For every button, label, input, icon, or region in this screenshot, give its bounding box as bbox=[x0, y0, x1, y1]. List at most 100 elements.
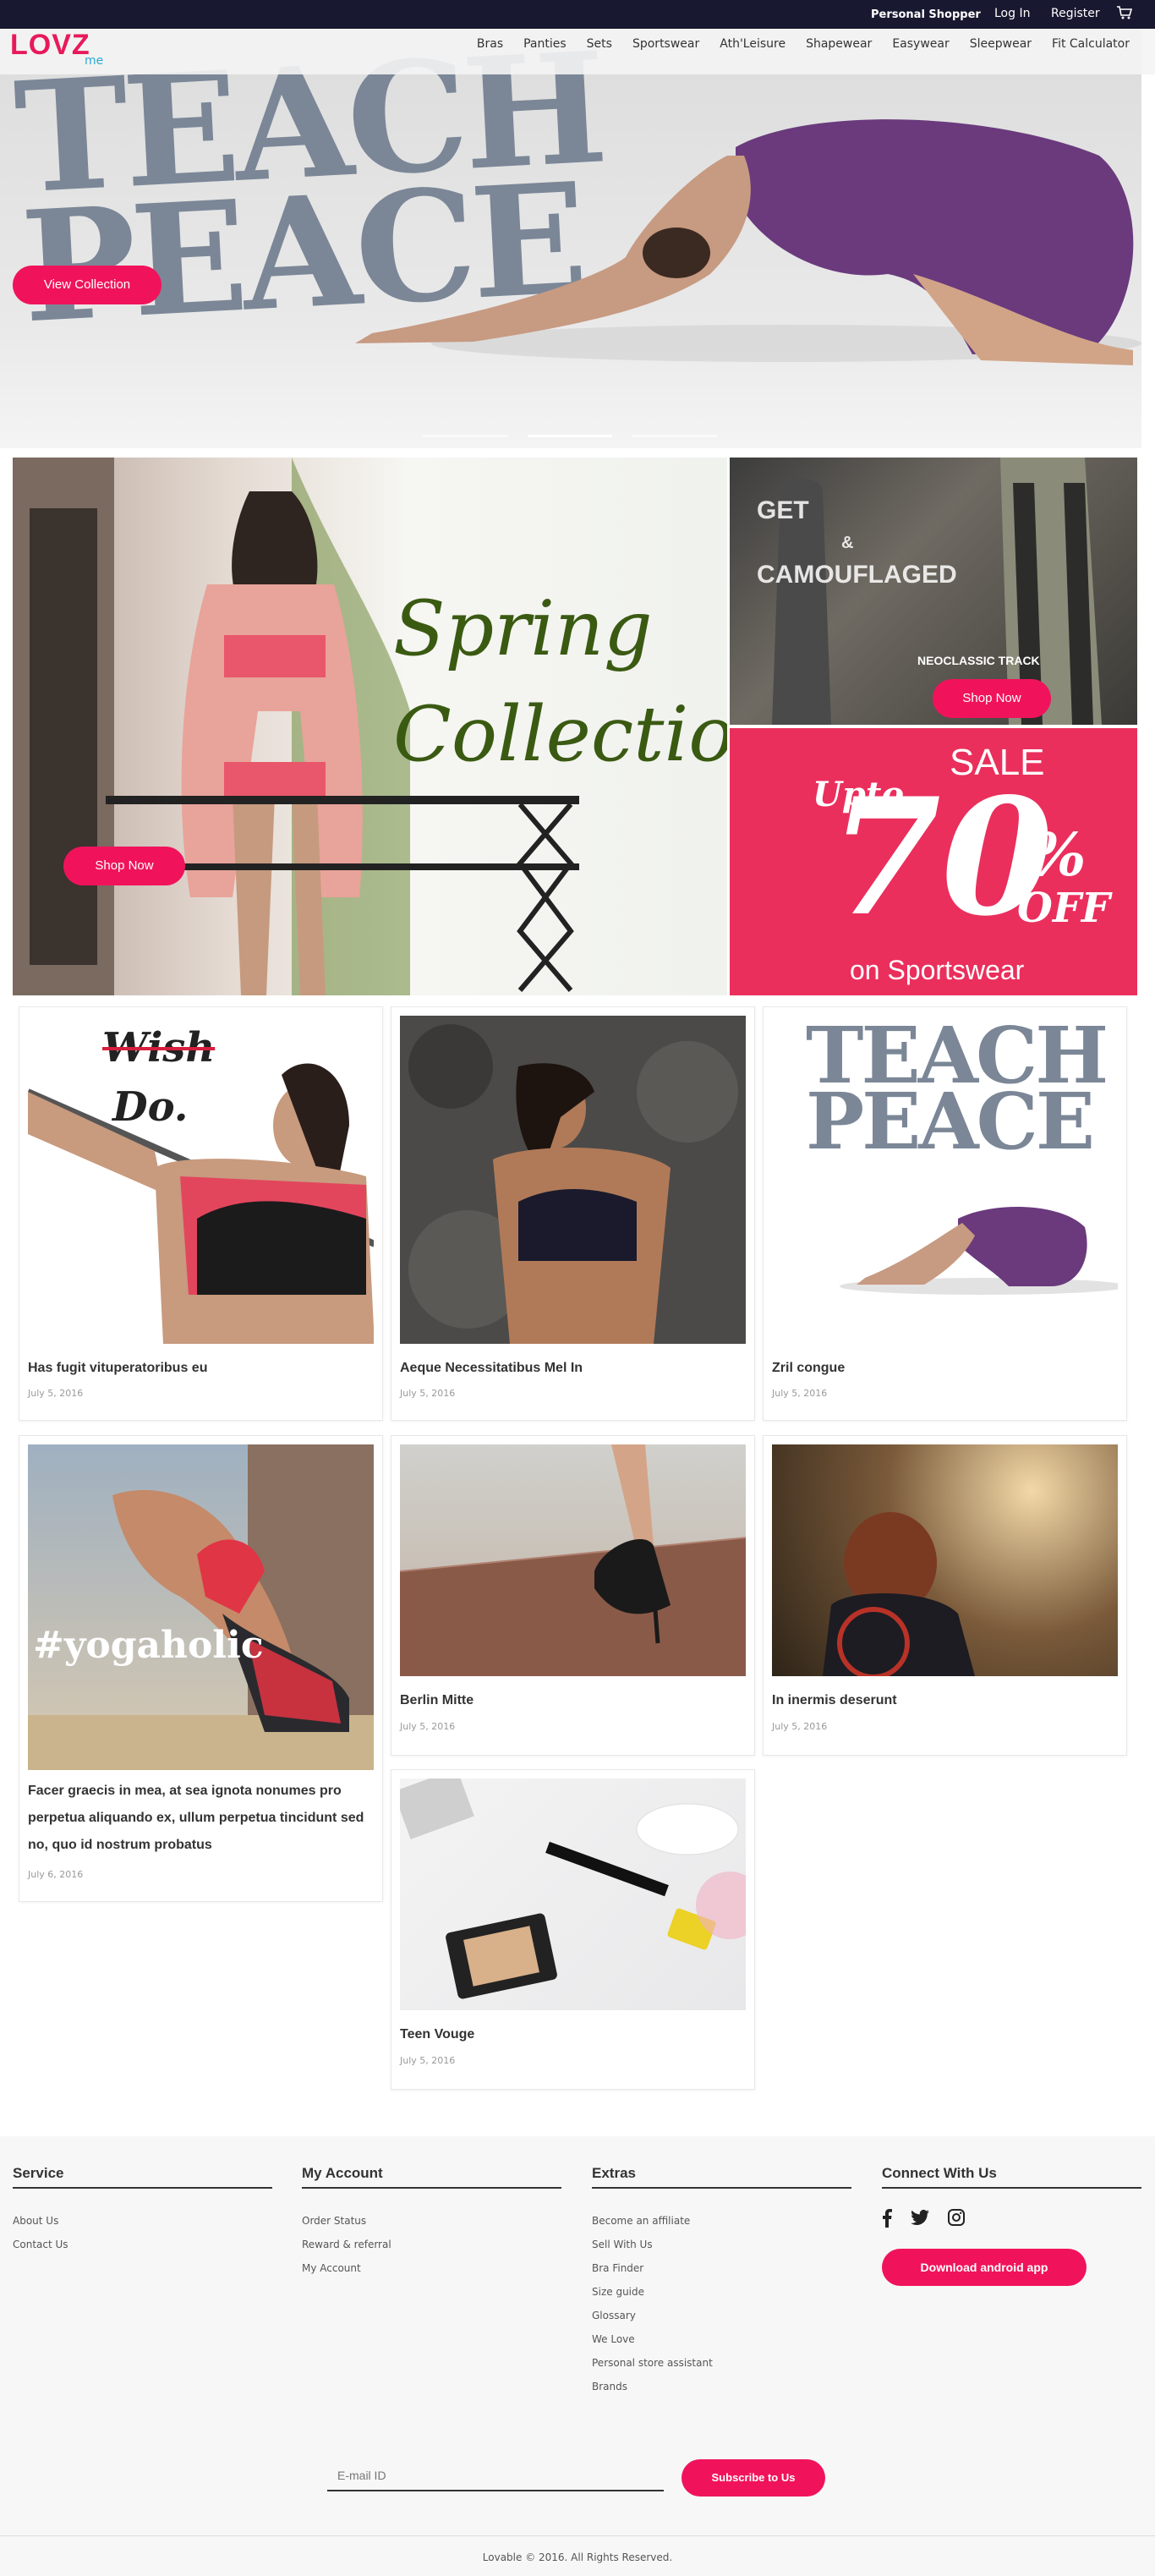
footer-link-sell[interactable]: Sell With Us bbox=[592, 2233, 851, 2256]
email-input[interactable] bbox=[327, 2461, 664, 2491]
post-image: TEACH PEACE bbox=[772, 1016, 1118, 1344]
post-title[interactable]: Aeque Necessitatibus Mel In bbox=[400, 1355, 746, 1382]
camo-shop-now-button[interactable]: Shop Now bbox=[933, 679, 1051, 718]
footer-link-order-status[interactable]: Order Status bbox=[302, 2209, 561, 2233]
copyright: Lovable © 2016. All Rights Reserved. bbox=[0, 2535, 1155, 2563]
logo-sub: me bbox=[85, 54, 104, 68]
footer-link-we-love[interactable]: We Love bbox=[592, 2327, 851, 2351]
do-text: Do. bbox=[112, 1083, 189, 1131]
post-date: July 5, 2016 bbox=[400, 2055, 456, 2066]
footer-link-my-account[interactable]: My Account bbox=[302, 2256, 561, 2280]
download-android-app-button[interactable]: Download android app bbox=[882, 2249, 1087, 2286]
nav-item-sleepwear[interactable]: Sleepwear bbox=[960, 37, 1042, 51]
facebook-icon[interactable] bbox=[882, 2209, 892, 2236]
hero-banner: TEACH PEACE View Collection bbox=[0, 29, 1141, 448]
cart-icon[interactable] bbox=[1116, 5, 1133, 24]
camo-line-2: & bbox=[841, 534, 854, 552]
nav-item-panties[interactable]: Panties bbox=[513, 37, 577, 51]
nav-item-sets[interactable]: Sets bbox=[577, 37, 622, 51]
post-card[interactable]: #yogaholic Facer graecis in mea, at sea … bbox=[19, 1435, 383, 1902]
post-card[interactable]: Aeque Necessitatibus Mel In July 5, 2016 bbox=[391, 1006, 755, 1421]
sale-banner[interactable]: SALE Upto 70 % OFF on Sportswear bbox=[730, 728, 1137, 995]
post-card[interactable]: In inermis deserunt July 5, 2016 bbox=[763, 1435, 1127, 1756]
footer-connect: Connect With Us bbox=[882, 2165, 1141, 2236]
post-date: July 5, 2016 bbox=[28, 1388, 84, 1399]
connect-heading: Connect With Us bbox=[882, 2165, 1141, 2189]
camo-line-1: GET bbox=[757, 496, 809, 524]
post-date: July 5, 2016 bbox=[400, 1721, 456, 1732]
main-nav bbox=[0, 29, 1155, 74]
footer-link-reward[interactable]: Reward & referral bbox=[302, 2233, 561, 2256]
nav-item-bras[interactable]: Bras bbox=[467, 37, 513, 51]
post-date: July 5, 2016 bbox=[772, 1721, 828, 1732]
service-heading: Service bbox=[13, 2165, 272, 2189]
nav-item-shapewear[interactable]: Shapewear bbox=[796, 37, 882, 51]
post-image: #yogaholic bbox=[28, 1444, 374, 1770]
logo[interactable]: LOVZ me bbox=[10, 29, 112, 71]
login-link[interactable]: Log In bbox=[994, 7, 1030, 20]
footer-link-affiliate[interactable]: Become an affiliate bbox=[592, 2209, 851, 2233]
post-image bbox=[400, 1444, 746, 1676]
register-link[interactable]: Register bbox=[1051, 7, 1100, 20]
footer-extras: Extras Become an affiliate Sell With Us … bbox=[592, 2165, 851, 2398]
sale-category: on Sportswear bbox=[850, 955, 1025, 985]
nav-item-easywear[interactable]: Easywear bbox=[882, 37, 959, 51]
twitter-icon[interactable] bbox=[911, 2209, 929, 2236]
extras-heading: Extras bbox=[592, 2165, 851, 2189]
post-image bbox=[400, 1779, 746, 2010]
post-card[interactable]: Wish Do. Has fugit vituperatoribus eu Ju… bbox=[19, 1006, 383, 1421]
post-date: July 5, 2016 bbox=[772, 1388, 828, 1399]
slider-dot-1[interactable] bbox=[423, 435, 507, 437]
subscribe-button[interactable]: Subscribe to Us bbox=[682, 2459, 825, 2497]
spring-shop-now-button[interactable]: Shop Now bbox=[63, 847, 185, 885]
logo-text: LOVZ bbox=[10, 29, 90, 61]
sale-percent: % bbox=[1030, 819, 1087, 890]
sale-off: OFF bbox=[1017, 885, 1110, 932]
post-title[interactable]: Berlin Mitte bbox=[400, 1687, 746, 1714]
post-image bbox=[400, 1016, 746, 1344]
spring-title-1: Spring bbox=[393, 584, 653, 673]
camo-headline: GET & CAMOUFLAGED bbox=[757, 495, 957, 591]
footer-link-brands[interactable]: Brands bbox=[592, 2375, 851, 2398]
post-date: July 5, 2016 bbox=[400, 1388, 456, 1399]
slider-dot-3[interactable] bbox=[632, 435, 717, 437]
hero-yoga-figure bbox=[355, 119, 1141, 365]
camo-subtitle: NEOCLASSIC TRACK bbox=[917, 654, 1040, 667]
footer-link-about[interactable]: About Us bbox=[13, 2209, 272, 2233]
footer-account: My Account Order Status Reward & referra… bbox=[302, 2165, 561, 2280]
post-title[interactable]: Teen Vouge bbox=[400, 2021, 746, 2048]
post-image: Wish Do. bbox=[28, 1016, 374, 1344]
view-collection-button[interactable]: View Collection bbox=[13, 266, 161, 304]
spring-title-2: Collection bbox=[393, 690, 727, 779]
post-title[interactable]: Zril congue bbox=[772, 1355, 1118, 1382]
camouflage-banner[interactable]: GET & CAMOUFLAGED NEOCLASSIC TRACK Shop … bbox=[730, 458, 1137, 725]
post-image bbox=[772, 1444, 1118, 1676]
footer-link-store-assistant[interactable]: Personal store assistant bbox=[592, 2351, 851, 2375]
slider-dot-2[interactable] bbox=[528, 435, 612, 437]
post-title[interactable]: In inermis deserunt bbox=[772, 1687, 1118, 1714]
nav-item-athleisure[interactable]: Ath'Leisure bbox=[709, 37, 796, 51]
social-icons bbox=[882, 2209, 1141, 2236]
footer-link-glossary[interactable]: Glossary bbox=[592, 2304, 851, 2327]
post-card[interactable]: TEACH PEACE Zril congue July 5, 2016 bbox=[763, 1006, 1127, 1421]
nav-item-fit-calculator[interactable]: Fit Calculator bbox=[1042, 37, 1140, 51]
post-card[interactable]: Teen Vouge July 5, 2016 bbox=[391, 1769, 755, 2090]
footer-service: Service About Us Contact Us bbox=[13, 2165, 272, 2256]
wish-text: Wish bbox=[102, 1024, 216, 1072]
top-bar: Personal Shopper Log In Register bbox=[0, 0, 1155, 29]
footer-link-bra-finder[interactable]: Bra Finder bbox=[592, 2256, 851, 2280]
post-title[interactable]: Has fugit vituperatoribus eu bbox=[28, 1355, 374, 1382]
nav-menu: Bras Panties Sets Sportswear Ath'Leisure… bbox=[467, 37, 1140, 51]
account-heading: My Account bbox=[302, 2165, 561, 2189]
spring-collection-banner[interactable]: Spring Collection Shop Now bbox=[13, 458, 727, 995]
nav-item-sportswear[interactable]: Sportswear bbox=[622, 37, 709, 51]
camo-line-3: CAMOUFLAGED bbox=[757, 561, 957, 589]
yogaholic-text: #yogaholic bbox=[33, 1624, 264, 1667]
post-card[interactable]: Berlin Mitte July 5, 2016 bbox=[391, 1435, 755, 1756]
post-date: July 6, 2016 bbox=[28, 1869, 84, 1880]
instagram-icon[interactable] bbox=[948, 2209, 965, 2236]
footer-link-contact[interactable]: Contact Us bbox=[13, 2233, 272, 2256]
post-title[interactable]: Facer graecis in mea, at sea ignota nonu… bbox=[28, 1778, 374, 1859]
footer-link-size-guide[interactable]: Size guide bbox=[592, 2280, 851, 2304]
personal-shopper-link[interactable]: Personal Shopper bbox=[871, 8, 981, 21]
